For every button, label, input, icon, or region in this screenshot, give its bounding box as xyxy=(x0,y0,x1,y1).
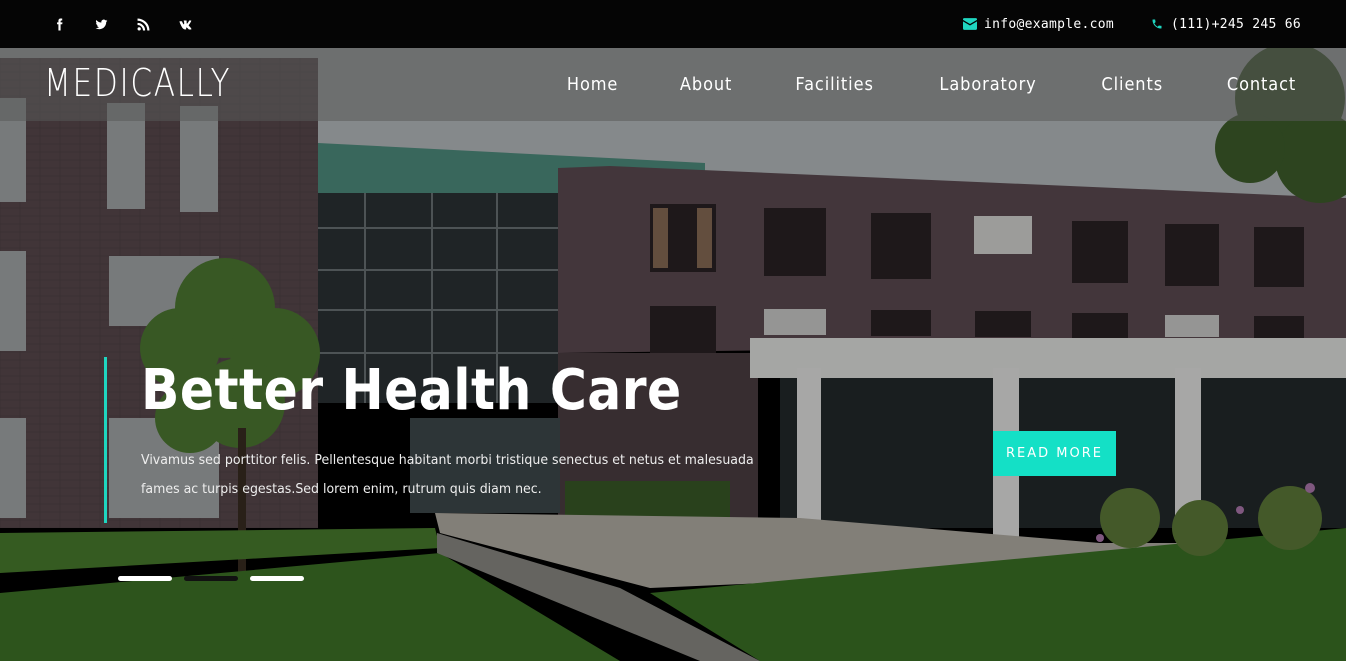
main-navbar: MEDICALLY Home About Facilities Laborato… xyxy=(0,48,1346,121)
slider-indicators xyxy=(118,576,304,581)
nav-item-about[interactable]: About xyxy=(680,74,732,95)
hero-dark-overlay xyxy=(0,48,1346,661)
phone-contact[interactable]: (111)+245 245 66 xyxy=(1150,17,1301,32)
envelope-icon xyxy=(962,18,977,30)
top-bar: info@example.com (111)+245 245 66 xyxy=(0,0,1346,48)
twitter-link[interactable] xyxy=(80,12,122,36)
social-links xyxy=(38,12,206,36)
slider-dot-1[interactable] xyxy=(118,576,172,581)
vk-link[interactable] xyxy=(164,12,206,36)
site-logo[interactable]: MEDICALLY xyxy=(44,61,231,105)
hero-title: Better Health Care xyxy=(141,358,682,423)
nav-item-laboratory[interactable]: Laboratory xyxy=(940,74,1037,95)
vk-icon xyxy=(179,19,191,29)
phone-text: (111)+245 245 66 xyxy=(1170,16,1301,32)
nav-item-contact[interactable]: Contact xyxy=(1227,74,1296,95)
phone-icon xyxy=(1152,19,1162,29)
nav-item-facilities[interactable]: Facilities xyxy=(796,74,874,95)
twitter-icon xyxy=(95,19,107,29)
slider-dot-3[interactable] xyxy=(250,576,304,581)
email-contact[interactable]: info@example.com xyxy=(962,16,1114,32)
nav-item-clients[interactable]: Clients xyxy=(1102,74,1164,95)
hero-accent-bar xyxy=(104,357,107,523)
read-more-button[interactable]: READ MORE xyxy=(993,431,1116,476)
facebook-icon xyxy=(56,18,62,30)
hero-section xyxy=(0,48,1346,661)
rss-icon xyxy=(137,18,149,30)
contact-info: info@example.com (111)+245 245 66 xyxy=(962,16,1301,32)
slider-dot-2[interactable] xyxy=(184,576,238,581)
hero-description: Vivamus sed porttitor felis. Pellentesqu… xyxy=(141,452,754,497)
rss-link[interactable] xyxy=(122,12,164,36)
email-text: info@example.com xyxy=(983,16,1114,32)
facebook-link[interactable] xyxy=(38,12,80,36)
nav-item-home[interactable]: Home xyxy=(567,74,618,95)
main-menu: Home About Facilities Laboratory Clients… xyxy=(508,48,1300,121)
